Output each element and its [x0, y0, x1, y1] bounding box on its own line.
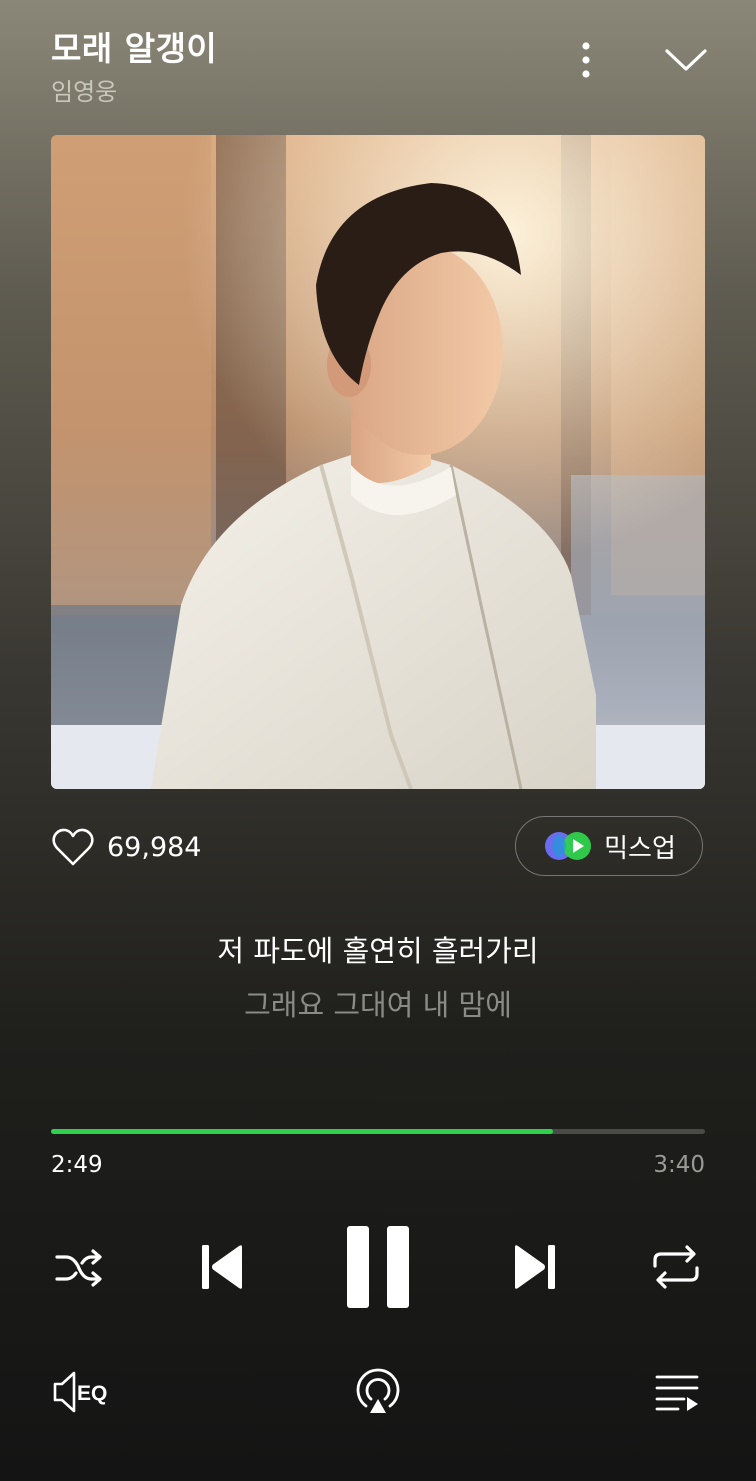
progress-bar[interactable]: [51, 1129, 705, 1134]
more-options-button[interactable]: [566, 38, 606, 82]
repeat-icon: [653, 1245, 699, 1289]
next-track-button[interactable]: [508, 1240, 562, 1294]
previous-track-button[interactable]: [195, 1240, 249, 1294]
more-vertical-icon: [582, 42, 590, 78]
collapse-player-button[interactable]: [660, 38, 712, 82]
chevron-down-icon: [665, 49, 707, 71]
progress-fill: [51, 1129, 554, 1134]
eq-button[interactable]: EQ: [48, 1366, 114, 1418]
skip-next-icon: [515, 1245, 555, 1289]
total-time: 3:40: [653, 1152, 705, 1178]
airplay-icon: [356, 1368, 400, 1413]
pause-button[interactable]: [340, 1222, 416, 1312]
shuffle-icon: [55, 1249, 102, 1287]
track-title: 모래 알갱이: [51, 29, 218, 68]
heart-outline-icon: [52, 828, 94, 866]
elapsed-time: 2:49: [51, 1152, 103, 1178]
lyric-current-line[interactable]: 저 파도에 홀연히 흘러가리: [0, 928, 756, 970]
airplay-button[interactable]: [350, 1364, 406, 1420]
eq-icon: EQ: [53, 1371, 107, 1413]
pause-icon: [347, 1226, 409, 1308]
mixup-button[interactable]: 믹스업: [515, 816, 703, 876]
like-button[interactable]: 69,984: [51, 823, 201, 871]
album-art: [51, 135, 705, 789]
mixup-label: 믹스업: [604, 833, 676, 864]
artist-name[interactable]: 임영웅: [51, 72, 117, 107]
shuffle-button[interactable]: [50, 1242, 108, 1294]
skip-previous-icon: [202, 1245, 242, 1289]
playlist-icon: [655, 1375, 699, 1411]
eq-label: EQ: [77, 1382, 107, 1405]
lyric-next-line[interactable]: 그래요 그대여 내 맘에: [0, 982, 756, 1024]
like-count: 69,984: [107, 831, 202, 863]
mixup-logo-icon: [545, 832, 592, 860]
repeat-button[interactable]: [648, 1240, 704, 1294]
playlist-button[interactable]: [650, 1366, 704, 1418]
